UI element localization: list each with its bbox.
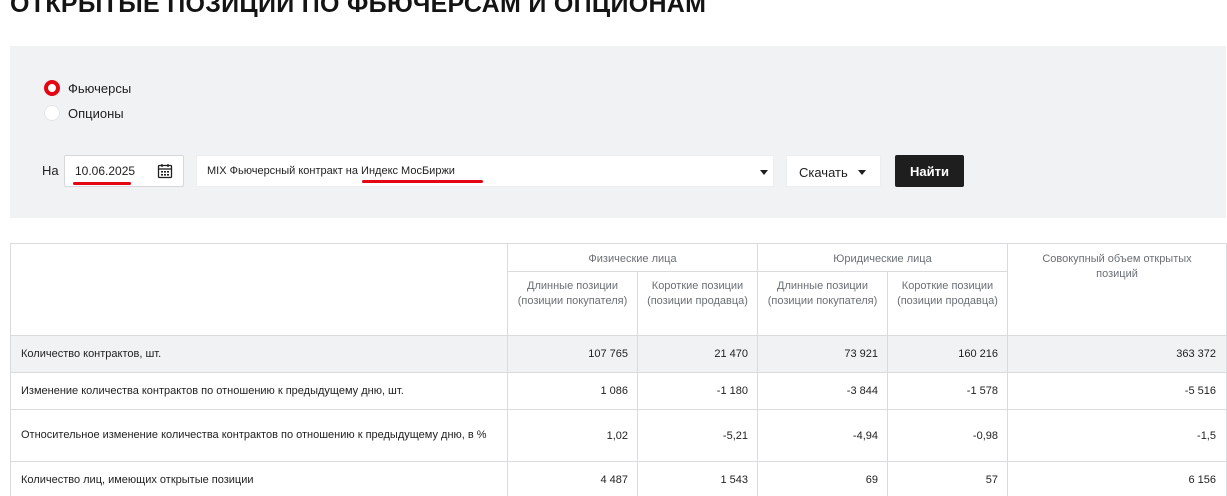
row-label: Относительное изменение количества контр… [10, 409, 508, 462]
cell-total: -5 516 [1007, 372, 1227, 410]
header-legal-short: Короткие позиции (позиции продавца) [887, 271, 1008, 336]
table-row: Относительное изменение количества контр… [10, 409, 1227, 462]
cell-individuals-long: 1,02 [507, 409, 638, 462]
cell-individuals-long: 1 086 [507, 372, 638, 410]
cell-legal-long: 69 [757, 461, 888, 496]
download-label: Скачать [799, 165, 848, 180]
header-individuals-short: Короткие позиции (позиции продавца) [637, 271, 758, 336]
row-label: Изменение количества контрактов по отнош… [10, 372, 508, 410]
date-value: 10.06.2025 [75, 164, 136, 178]
radio-unchecked-icon[interactable] [44, 105, 60, 121]
table-row: Изменение количества контрактов по отнош… [10, 372, 1227, 410]
cell-individuals-short: -5,21 [637, 409, 758, 462]
cell-individuals-short: -1 180 [637, 372, 758, 410]
radio-futures-label: Фьючерсы [68, 80, 132, 96]
cell-individuals-short: 1 543 [637, 461, 758, 496]
contract-prefix: MIX Фьючерсный контракт на [207, 165, 362, 177]
calendar-icon[interactable] [157, 163, 173, 179]
cell-legal-short: 57 [887, 461, 1008, 496]
header-legal-entities: Юридические лица [757, 243, 1008, 272]
header-total-open-interest: Совокупный объем открытых позиций [1007, 243, 1227, 336]
cell-individuals-long: 107 765 [507, 335, 638, 373]
contract-underline-marker [362, 180, 483, 183]
header-legal-long: Длинные позиции (позиции покупателя) [757, 271, 888, 336]
chevron-down-icon [760, 170, 768, 175]
row-label: Количество контрактов, шт. [10, 335, 508, 373]
date-input[interactable]: 10.06.2025 [64, 155, 184, 187]
header-individuals: Физические лица [507, 243, 758, 272]
contract-select[interactable]: MIX Фьючерсный контракт на Индекс МосБир… [196, 155, 774, 187]
row-label: Количество лиц, имеющих открытые позиции [10, 461, 508, 496]
header-individuals-long: Длинные позиции (позиции покупателя) [507, 271, 638, 336]
radio-options[interactable]: Опционы [44, 105, 124, 121]
date-underline-marker [73, 182, 131, 185]
radio-futures[interactable]: Фьючерсы [44, 80, 131, 96]
header-empty-cell [10, 243, 508, 336]
radio-checked-icon[interactable] [44, 80, 60, 96]
open-positions-table: Физические лица Юридические лица Совокуп… [10, 243, 1227, 496]
cell-legal-short: 160 216 [887, 335, 1008, 373]
date-label: На [42, 163, 59, 178]
cell-legal-long: 73 921 [757, 335, 888, 373]
contract-name: Индекс МосБиржи [361, 165, 455, 177]
contract-selected-value: MIX Фьючерсный контракт на Индекс МосБир… [207, 165, 455, 177]
cell-individuals-short: 21 470 [637, 335, 758, 373]
cell-total: -1,5 [1007, 409, 1227, 462]
filter-panel: Фьючерсы Опционы На 10.06.2025 MIX Фьюче… [10, 46, 1226, 218]
cell-legal-short: -1 578 [887, 372, 1008, 410]
cell-legal-short: -0,98 [887, 409, 1008, 462]
cell-legal-long: -3 844 [757, 372, 888, 410]
download-dropdown[interactable]: Скачать [786, 155, 881, 187]
page-title: ОТКРЫТЫЕ ПОЗИЦИИ ПО ФЬЮЧЕРСАМ И ОПЦИОНАМ [10, 0, 707, 18]
cell-total: 6 156 [1007, 461, 1227, 496]
cell-individuals-long: 4 487 [507, 461, 638, 496]
cell-total: 363 372 [1007, 335, 1227, 373]
find-button[interactable]: Найти [895, 155, 964, 187]
cell-legal-long: -4,94 [757, 409, 888, 462]
chevron-down-icon [858, 170, 866, 175]
table-row: Количество лиц, имеющих открытые позиции… [10, 461, 1227, 496]
radio-options-label: Опционы [68, 105, 124, 121]
table-row: Количество контрактов, шт. 107 765 21 47… [10, 335, 1227, 373]
